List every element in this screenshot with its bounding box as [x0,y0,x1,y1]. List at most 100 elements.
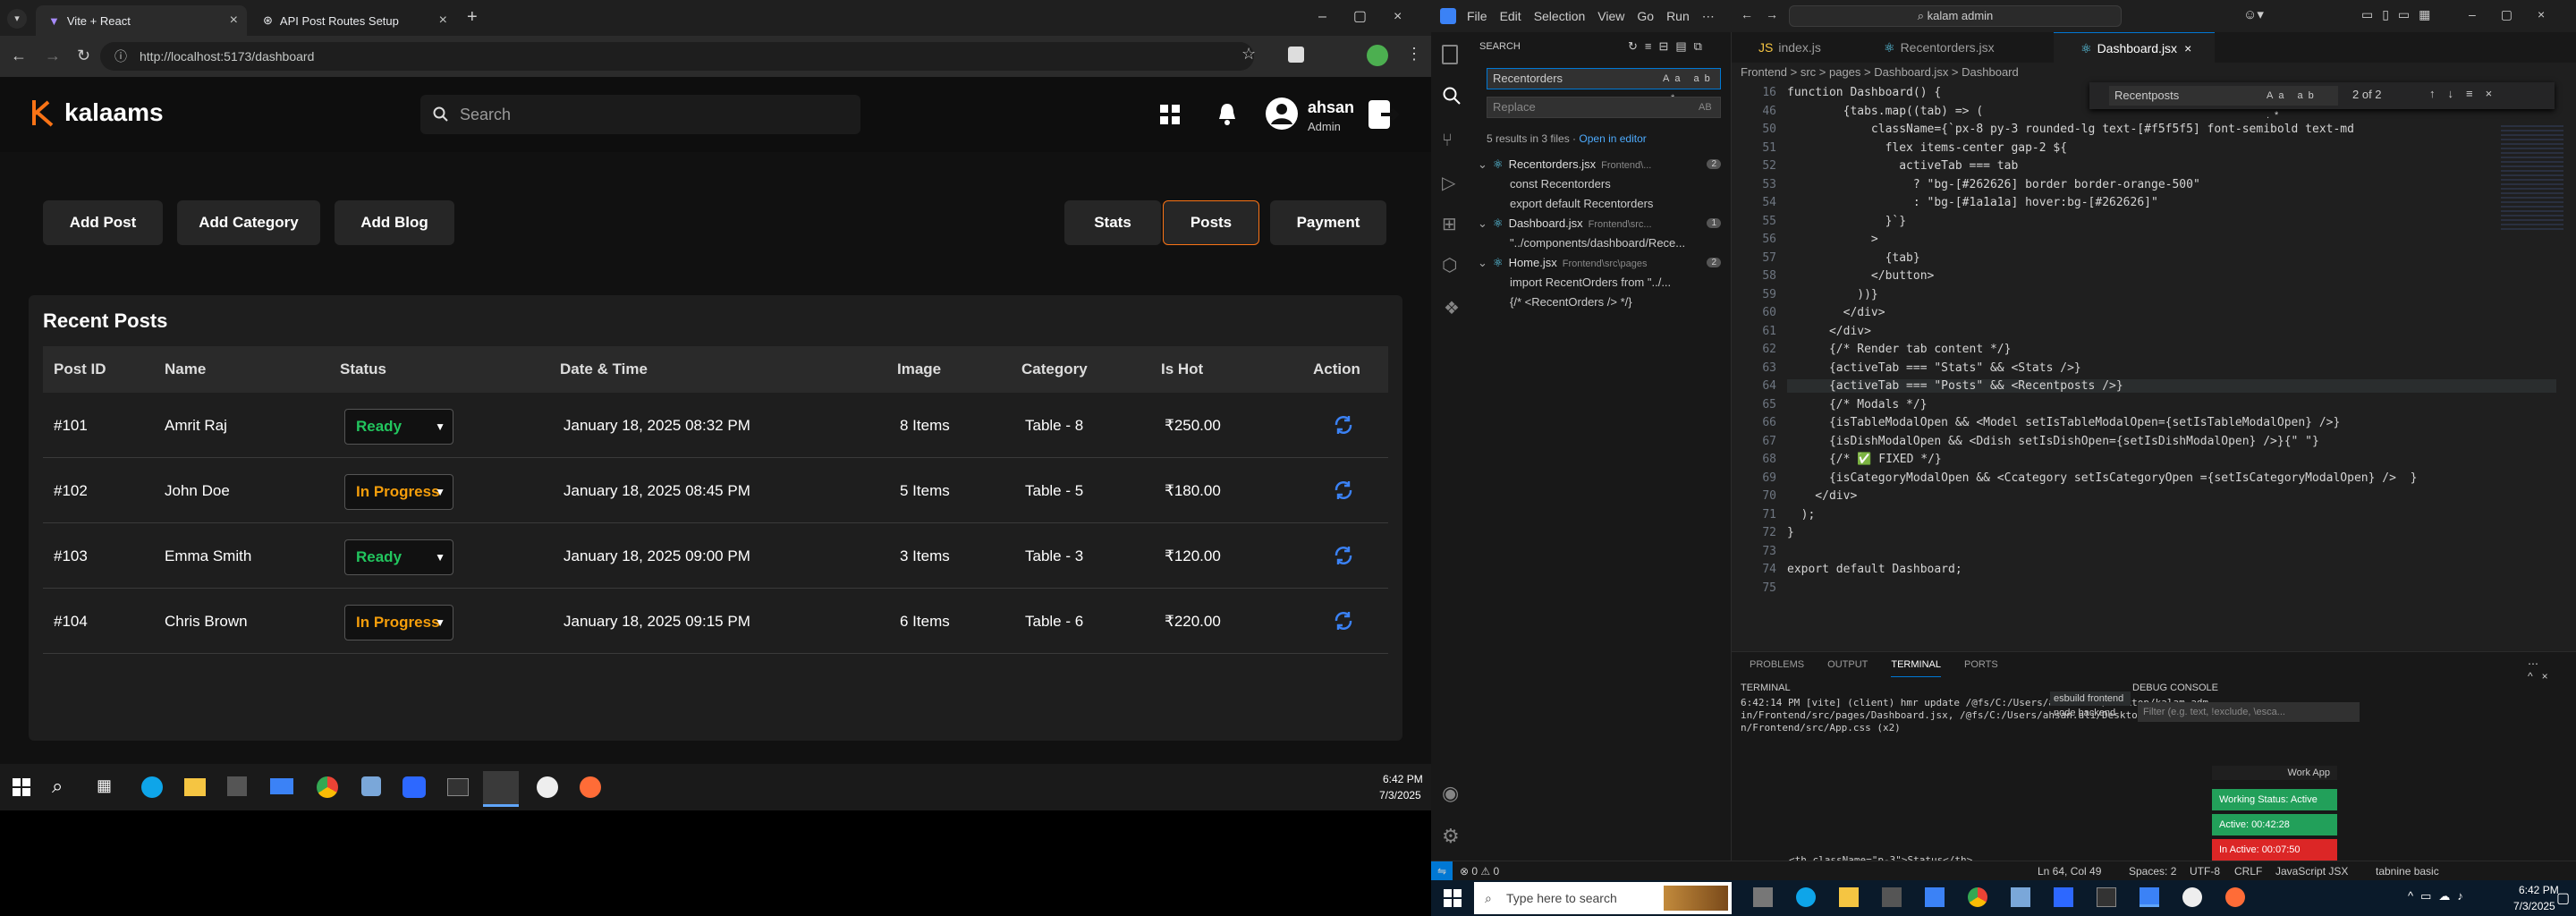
code-line[interactable]: {/* ✅ FIXED */} [1787,453,1942,466]
tab-posts[interactable]: Posts [1163,200,1259,245]
command-center[interactable]: ⌕ kalam admin [1789,5,2122,27]
code-line[interactable]: function Dashboard() { [1787,86,1941,99]
address-bar[interactable]: ⓘ http://localhost:5173/dashboard [100,42,1254,71]
editor-tab-active[interactable]: ⚛ Dashboard.jsx × [2054,32,2215,63]
tab-payment[interactable]: Payment [1270,200,1386,245]
refresh-icon[interactable] [1333,479,1354,501]
search-result-file[interactable]: ⌄ ⚛ Home.jsx Frontend\src\pages 2 [1478,256,1728,274]
logout-icon[interactable] [1368,100,1399,129]
edge-icon[interactable] [141,776,163,798]
status-select[interactable]: In Progress ▼ [344,605,453,640]
code-view[interactable]: 16 function Dashboard() {46 {tabs.map((ta… [1732,82,2576,651]
code-line[interactable]: activeTab === tab [1787,159,2018,173]
search-input[interactable]: Search [420,95,860,134]
explorer-icon[interactable] [1442,45,1458,64]
search-match-line[interactable]: import RecentOrders from "../... [1510,276,1728,289]
search-match-line[interactable]: const Recentorders [1510,177,1728,191]
github-desktop-icon[interactable] [2182,887,2202,907]
file-explorer-icon[interactable] [184,778,206,796]
system-tray[interactable]: ^▭☁♪ [2408,889,2470,903]
code-line[interactable]: {/* Render tab content */} [1787,343,2012,356]
menu-item[interactable]: Run [1666,9,1690,24]
edge-icon[interactable] [1796,887,1816,907]
bookmark-star-icon[interactable]: ☆ [1241,45,1256,64]
problems-count[interactable]: ⊗ 0 ⚠ 0 [1460,861,1499,881]
add-blog-button[interactable]: Add Blog [335,200,454,245]
remote-icon[interactable]: ⬡ [1442,254,1457,276]
terminal-icon[interactable] [2097,887,2116,907]
browser-tab[interactable]: ⊛ API Post Routes Setup × [250,5,456,36]
run-debug-icon[interactable]: ▷ [1442,172,1455,194]
code-line[interactable]: ); [1787,508,1816,522]
reload-icon[interactable]: ↻ [77,47,90,65]
code-line[interactable]: ))} [1787,288,1877,301]
windows-start-icon[interactable] [13,778,30,796]
browser-tab-active[interactable]: ▼ Vite + React × [36,5,247,36]
mongodb-icon[interactable]: ❖ [1444,297,1460,319]
vscode-icon[interactable] [2140,887,2159,907]
vscode-alt-icon[interactable] [361,776,381,796]
code-line[interactable]: </button> [1787,269,1934,283]
debug-filter-input[interactable]: Filter (e.g. text, !exclude, \esca... [2138,702,2360,722]
add-category-button[interactable]: Add Category [177,200,320,245]
language-mode[interactable]: JavaScript JSX [2275,861,2348,881]
editor-tab[interactable]: ⚛ Recentorders.jsx [1857,32,2054,63]
forward-icon[interactable]: → [45,47,61,65]
search-result-file[interactable]: ⌄ ⚛ Recentorders.jsx Frontend\... 2 [1478,157,1728,175]
code-line[interactable]: }`} [1787,215,1907,228]
window-controls[interactable]: –▢× [2469,7,2570,22]
vscode-alt-icon[interactable] [2011,887,2030,907]
search-icon[interactable]: ⌕ [52,775,63,798]
editor-tab[interactable]: JS index.js [1732,32,1857,63]
terminal-item[interactable]: node backend [2050,706,2131,720]
refresh-icon[interactable] [1333,610,1354,632]
postman-icon[interactable] [580,776,601,798]
menu-item[interactable]: View [1597,9,1624,24]
tab-search-icon[interactable]: ▾ [7,9,27,29]
terminal-item[interactable]: esbuild frontend [2050,691,2131,706]
search-icon[interactable] [1442,86,1462,106]
close-icon[interactable]: × [2184,41,2191,55]
search-actions[interactable]: ↻≡⊟▤⧉ [1628,39,1709,54]
close-icon[interactable]: × [230,13,238,29]
terminal-output[interactable]: 6:42:14 PM [vite] (client) hmr update /@… [1741,697,2208,734]
chrome-icon[interactable] [1968,887,1987,907]
bell-icon[interactable] [1216,102,1238,125]
status-select[interactable]: In Progress ▼ [344,474,453,510]
code-line[interactable]: } [1787,526,1794,539]
menu-item[interactable]: File [1467,9,1487,24]
more-menu-icon[interactable]: ⋯ [1702,9,1715,24]
code-line[interactable]: > [1787,233,1878,246]
search-match-line[interactable]: "../components/dashboard/Rece... [1510,236,1728,250]
chrome-icon[interactable] [317,776,338,798]
status-select[interactable]: Ready ▼ [344,539,453,575]
panel-tab[interactable]: TERMINAL [1891,652,1941,677]
extensions-icon[interactable]: ⊞ [1442,213,1457,235]
panel-tab[interactable]: PROBLEMS [1750,652,1804,677]
grid-icon[interactable] [1160,105,1180,124]
mail-icon[interactable] [1925,887,1945,907]
menu-icon[interactable]: ⋮ [1406,45,1422,64]
store-icon[interactable] [227,776,247,796]
code-line[interactable]: </div> [1787,489,1857,503]
extension-icon[interactable] [1288,47,1304,63]
new-tab-button[interactable]: + [467,7,478,28]
terminal-icon[interactable] [447,778,469,796]
status-select[interactable]: Ready ▼ [344,409,453,445]
account-icon[interactable]: ◉ [1442,782,1459,805]
tab-stats[interactable]: Stats [1064,200,1161,245]
source-control-icon[interactable]: ⑂ [1442,131,1453,151]
code-line[interactable]: : "bg-[#1a1a1a] hover:bg-[#262626]" [1787,196,2158,209]
code-line[interactable]: </div> [1787,306,1885,319]
copilot-icon[interactable]: ☺▾ [2243,6,2264,22]
code-line[interactable]: flex items-center gap-2 ${ [1787,141,2068,155]
code-line[interactable]: {isTableModalOpen && <Model setIsTableMo… [1787,416,2340,429]
zoom-icon[interactable] [2054,887,2073,907]
search-result-file[interactable]: ⌄ ⚛ Dashboard.jsx Frontend\src... 1 [1478,216,1728,234]
encoding[interactable]: UTF-8 [2190,861,2220,881]
cursor-position[interactable]: Ln 64, Col 49 [2038,861,2101,881]
code-line[interactable]: {activeTab === "Posts" && <Recentposts /… [1787,379,2556,393]
back-icon[interactable]: ← [11,47,27,65]
code-line[interactable]: {tabs.map((tab) => ( [1787,105,1984,118]
file-explorer-icon[interactable] [1839,887,1859,907]
